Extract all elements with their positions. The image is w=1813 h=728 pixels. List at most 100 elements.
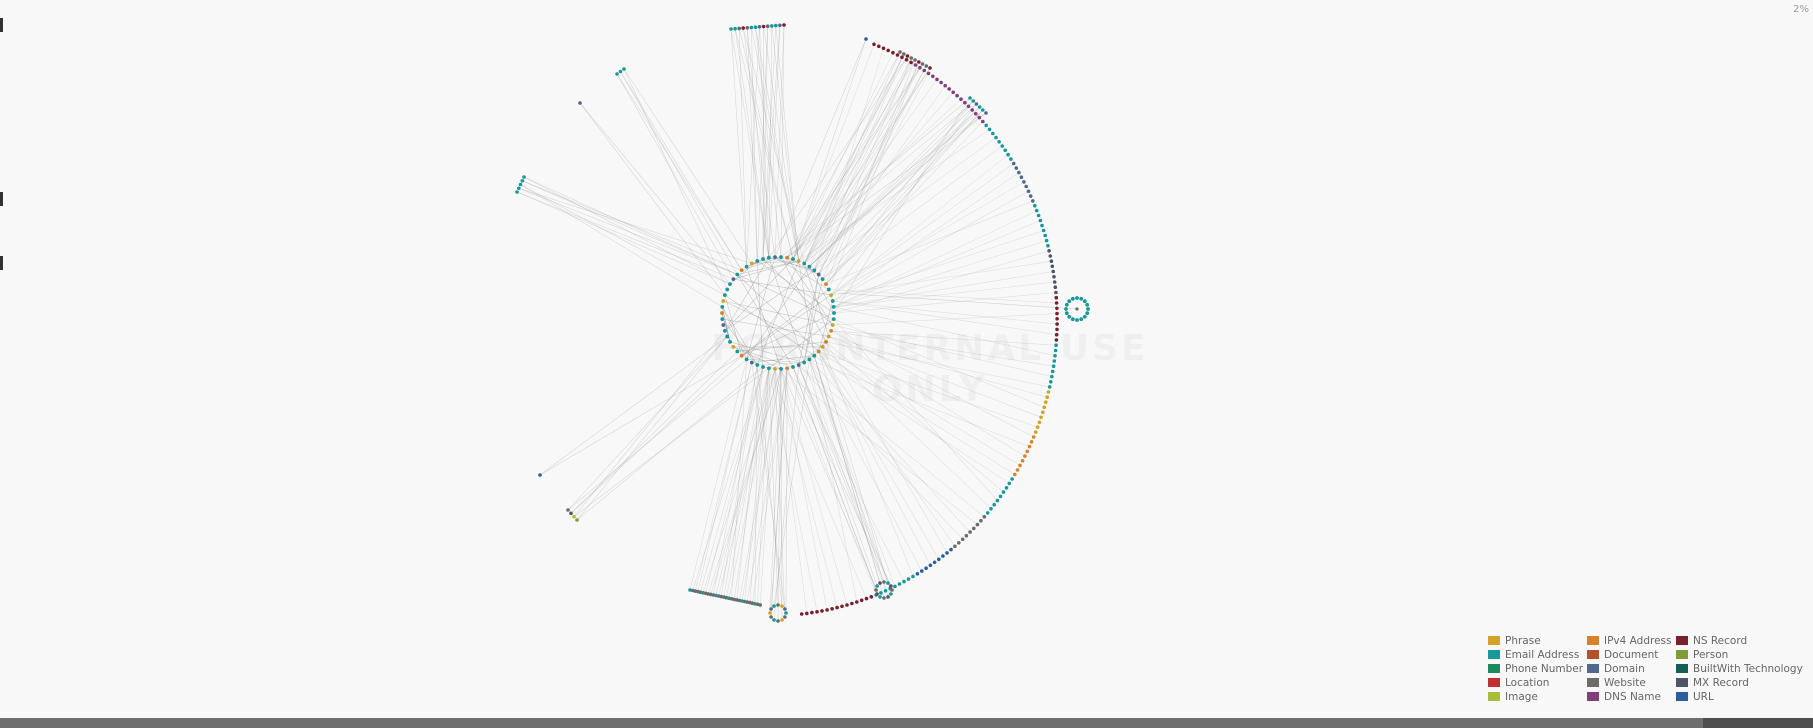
graph-node[interactable] — [622, 67, 626, 71]
graph-node[interactable] — [772, 618, 776, 622]
graph-node[interactable] — [1055, 317, 1059, 321]
graph-node[interactable] — [992, 502, 996, 507]
graph-node[interactable] — [987, 127, 992, 132]
legend-item[interactable]: BuiltWith Technology — [1676, 662, 1803, 675]
graph-node[interactable] — [1079, 317, 1084, 322]
graph-node[interactable] — [816, 272, 821, 277]
graph-node[interactable] — [802, 261, 807, 266]
graph-node[interactable] — [875, 592, 879, 596]
graph-node[interactable] — [783, 615, 787, 619]
graph-node[interactable] — [776, 619, 780, 623]
graph-node[interactable] — [1054, 332, 1059, 337]
graph-node[interactable] — [951, 90, 955, 95]
graph-node[interactable] — [937, 557, 941, 562]
graph-node[interactable] — [749, 25, 754, 30]
graph-node[interactable] — [874, 588, 878, 592]
graph-node[interactable] — [515, 190, 519, 194]
graph-node[interactable] — [898, 50, 902, 54]
graph-node[interactable] — [520, 179, 525, 183]
graph-node[interactable] — [744, 264, 749, 269]
graph-node[interactable] — [1023, 454, 1027, 458]
graph-node[interactable] — [755, 363, 760, 367]
graph-node[interactable] — [1043, 233, 1047, 238]
legend-item[interactable]: Document — [1587, 648, 1676, 661]
graph-node[interactable] — [953, 544, 957, 549]
graph-node[interactable] — [850, 601, 854, 606]
graph-node[interactable] — [779, 367, 783, 371]
graph-node[interactable] — [826, 334, 831, 339]
graph-node[interactable] — [982, 515, 987, 519]
graph-node[interactable] — [904, 58, 909, 62]
graph-node[interactable] — [1013, 472, 1017, 477]
graph-node[interactable] — [989, 507, 993, 511]
graph-node[interactable] — [782, 23, 786, 27]
graph-node[interactable] — [1052, 359, 1057, 363]
graph-canvas[interactable] — [0, 0, 1813, 728]
graph-node[interactable] — [780, 618, 784, 622]
graph-node[interactable] — [767, 366, 771, 371]
graph-node[interactable] — [518, 182, 523, 187]
graph-node[interactable] — [796, 363, 801, 367]
graph-node[interactable] — [924, 64, 929, 68]
graph-node[interactable] — [1044, 400, 1048, 405]
graph-node[interactable] — [832, 311, 836, 315]
graph-node[interactable] — [970, 108, 974, 112]
graph-node[interactable] — [1067, 314, 1072, 319]
graph-node[interactable] — [897, 582, 902, 586]
graph-node[interactable] — [1000, 144, 1004, 148]
graph-node[interactable] — [1036, 213, 1041, 218]
graph-node[interactable] — [917, 60, 921, 64]
graph-node[interactable] — [796, 259, 801, 263]
graph-node[interactable] — [893, 584, 897, 589]
graph-node[interactable] — [918, 65, 922, 70]
graph-node[interactable] — [1075, 307, 1079, 311]
graph-node[interactable] — [812, 268, 817, 273]
graph-node[interactable] — [761, 24, 766, 29]
graph-node[interactable] — [1035, 425, 1040, 430]
graph-node[interactable] — [928, 563, 933, 568]
graph-node[interactable] — [1050, 369, 1055, 374]
graph-node[interactable] — [981, 119, 985, 124]
graph-node[interactable] — [995, 498, 1000, 503]
graph-node[interactable] — [807, 264, 812, 269]
graph-node[interactable] — [728, 282, 732, 286]
graph-node[interactable] — [1019, 175, 1024, 179]
graph-node[interactable] — [739, 268, 744, 273]
graph-node[interactable] — [922, 68, 926, 73]
graph-node[interactable] — [1082, 314, 1087, 319]
graph-node[interactable] — [755, 259, 760, 263]
graph-node[interactable] — [877, 44, 881, 49]
graph-node[interactable] — [1037, 420, 1042, 425]
graph-node[interactable] — [915, 572, 920, 576]
graph-node[interactable] — [900, 55, 904, 60]
graph-node[interactable] — [945, 551, 949, 555]
graph-node[interactable] — [1052, 275, 1056, 279]
graph-node[interactable] — [761, 365, 765, 369]
graph-node[interactable] — [1014, 166, 1019, 170]
graph-node[interactable] — [905, 54, 910, 58]
graph-node[interactable] — [723, 329, 727, 333]
graph-node[interactable] — [882, 596, 886, 600]
graph-node[interactable] — [824, 340, 828, 344]
graph-node[interactable] — [913, 58, 917, 62]
graph-node[interactable] — [1042, 405, 1047, 410]
graph-node[interactable] — [1055, 322, 1059, 326]
graph-node[interactable] — [979, 518, 983, 523]
graph-node[interactable] — [1053, 285, 1058, 290]
graph-node[interactable] — [1055, 311, 1059, 316]
graph-node[interactable] — [889, 584, 893, 588]
graph-node[interactable] — [733, 26, 737, 31]
graph-node[interactable] — [569, 511, 573, 516]
graph-node[interactable] — [964, 533, 969, 538]
graph-node[interactable] — [878, 581, 882, 585]
graph-node[interactable] — [825, 608, 829, 612]
legend-item[interactable]: Phone Number — [1488, 662, 1587, 675]
graph-node[interactable] — [1075, 296, 1079, 300]
graph-node[interactable] — [1049, 259, 1054, 264]
graph-node[interactable] — [955, 93, 959, 98]
graph-node[interactable] — [855, 600, 859, 604]
graph-node[interactable] — [1085, 302, 1090, 307]
graph-node[interactable] — [935, 77, 939, 82]
legend-item[interactable]: NS Record — [1676, 634, 1796, 647]
graph-node[interactable] — [816, 349, 821, 354]
